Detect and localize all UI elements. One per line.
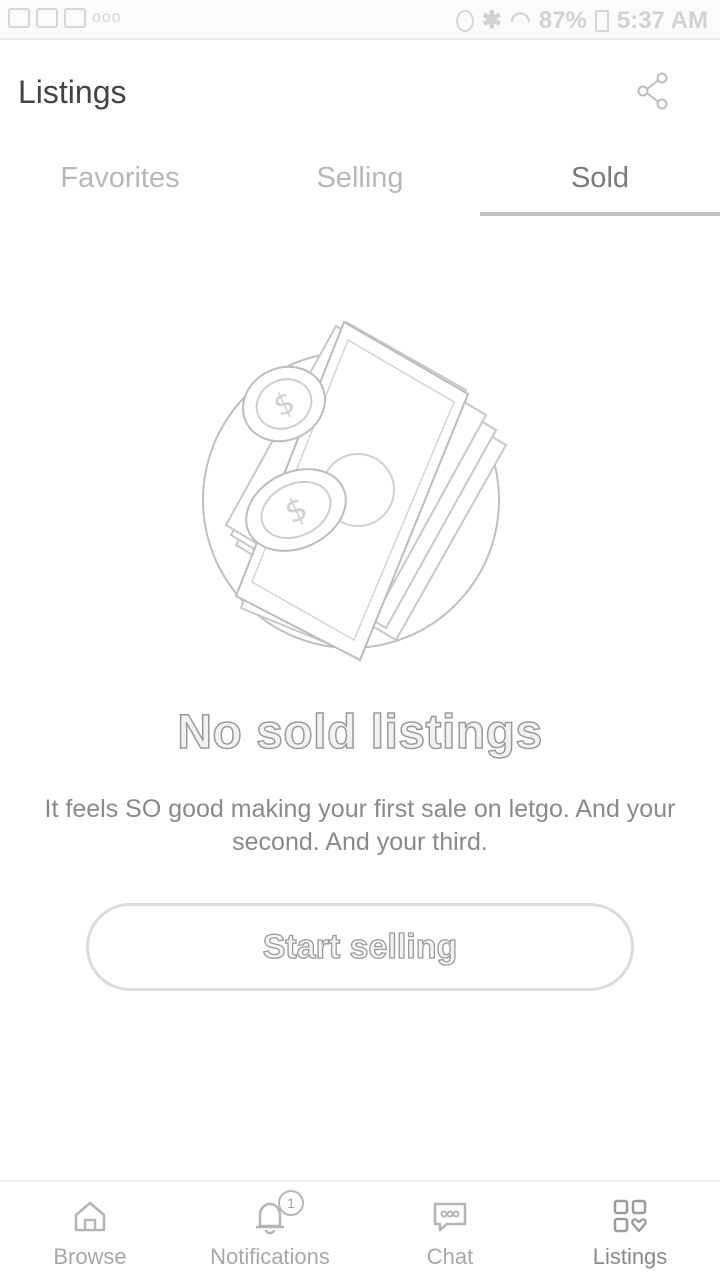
nav-label-browse: Browse: [53, 1244, 127, 1269]
empty-state-description: It feels SO good making your first sale …: [44, 795, 676, 856]
app-header: Listings: [0, 42, 720, 142]
empty-state-title: No sold listings: [177, 705, 543, 760]
start-selling-button[interactable]: Start selling: [86, 903, 634, 991]
money-illustration: $ $: [202, 320, 508, 662]
notification-icons: ooo: [8, 8, 122, 28]
nav-chat[interactable]: Chat: [360, 1182, 540, 1280]
status-bar: ooo ✱ ◠ 87% 5:37 AM: [0, 0, 720, 40]
listing-tabs: Favorites Selling Sold: [0, 142, 720, 216]
nav-browse[interactable]: Browse: [0, 1182, 180, 1280]
tab-sold[interactable]: Sold: [480, 142, 720, 216]
nav-label-chat: Chat: [426, 1244, 474, 1269]
more-notifications-icon: ooo: [92, 9, 122, 26]
chat-icon: [433, 1202, 467, 1232]
battery-icon: [594, 9, 609, 32]
bottom-navigation: Browse 1 Notifications Chat Listings: [0, 1180, 720, 1280]
nav-label-listings: Listings: [592, 1244, 668, 1269]
nav-listings[interactable]: Listings: [540, 1182, 720, 1280]
mail-icon: [64, 8, 86, 28]
page-title: Listings: [18, 74, 127, 110]
share-icon: [637, 72, 668, 110]
share-button[interactable]: [636, 72, 670, 110]
wifi-signal-icon: ◠: [509, 7, 531, 34]
system-indicators: ✱ ◠ 87% 5:37 AM: [455, 6, 708, 35]
tab-selling[interactable]: Selling: [240, 142, 480, 216]
home-icon: [74, 1201, 106, 1232]
clock: 5:37 AM: [616, 6, 708, 34]
start-selling-label: Start selling: [262, 927, 458, 966]
grid-heart-icon: [613, 1199, 647, 1233]
nav-label-notifications: Notifications: [210, 1244, 330, 1269]
nav-notifications[interactable]: 1 Notifications: [180, 1182, 360, 1280]
checkmark-notification-icon: [36, 8, 58, 28]
bluetooth-icon: ✱: [481, 7, 502, 34]
notification-count-badge: 1: [278, 1190, 304, 1216]
tab-favorites[interactable]: Favorites: [0, 142, 240, 216]
battery-percent: 87%: [538, 6, 587, 34]
location-icon: [455, 9, 474, 32]
app-notification-icon: [8, 8, 30, 28]
